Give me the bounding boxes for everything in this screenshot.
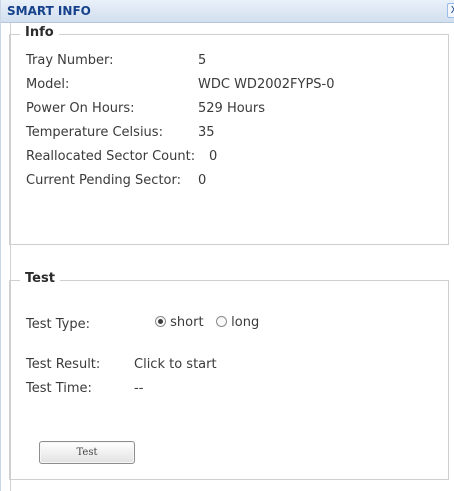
reallocated-sector-count-label: Reallocated Sector Count: [26,149,196,164]
reallocated-sector-count-value: 0 [209,149,218,164]
window-body: Info Tray Number: 5 Model: WDC WD2002FYP… [9,23,454,491]
test-time-value: -- [134,381,144,396]
info-row-tray: Tray Number: 5 [10,53,430,73]
power-on-hours-label: Power On Hours: [26,101,135,116]
info-row-power-on-hours: Power On Hours: 529 Hours [10,101,430,121]
radio-short-option[interactable]: short [155,315,204,330]
test-result-row: Test Result: Click to start [10,357,430,377]
window-titlebar: SMART INFO X [1,0,454,23]
test-type-label: Test Type: [26,317,90,332]
power-on-hours-value: 529 Hours [198,101,266,116]
radio-long-label[interactable]: long [231,315,259,330]
radio-short-label[interactable]: short [170,315,203,330]
test-legend: Test [20,271,60,286]
test-type-row: Test Type: short long [10,315,430,335]
info-legend: Info [20,25,59,40]
info-group: Info Tray Number: 5 Model: WDC WD2002FYP… [9,25,449,245]
tray-number-value: 5 [198,53,207,68]
current-pending-sector-label: Current Pending Sector: [26,173,182,188]
temperature-value: 35 [198,125,215,140]
model-label: Model: [26,77,70,92]
test-time-row: Test Time: -- [10,381,430,401]
model-value: WDC WD2002FYPS-0 [198,77,335,92]
test-result-value: Click to start [134,357,217,372]
info-row-reallocated: Reallocated Sector Count: 0 [10,149,430,169]
info-row-model: Model: WDC WD2002FYPS-0 [10,77,430,97]
test-result-label: Test Result: [26,357,101,372]
test-time-label: Test Time: [26,381,92,396]
temperature-label: Temperature Celsius: [26,125,163,140]
info-row-pending: Current Pending Sector: 0 [10,173,430,193]
test-button[interactable]: Test [39,441,135,464]
radio-long-option[interactable]: long [216,315,259,330]
tray-number-label: Tray Number: [26,53,114,68]
smart-info-window: SMART INFO X Info Tray Number: 5 Model: … [0,0,454,491]
window-title: SMART INFO [7,4,91,18]
close-icon[interactable]: X [447,3,454,18]
radio-short-selected-icon[interactable] [155,316,166,327]
current-pending-sector-value: 0 [198,173,207,188]
radio-long-icon[interactable] [216,316,227,327]
info-row-temperature: Temperature Celsius: 35 [10,125,430,145]
